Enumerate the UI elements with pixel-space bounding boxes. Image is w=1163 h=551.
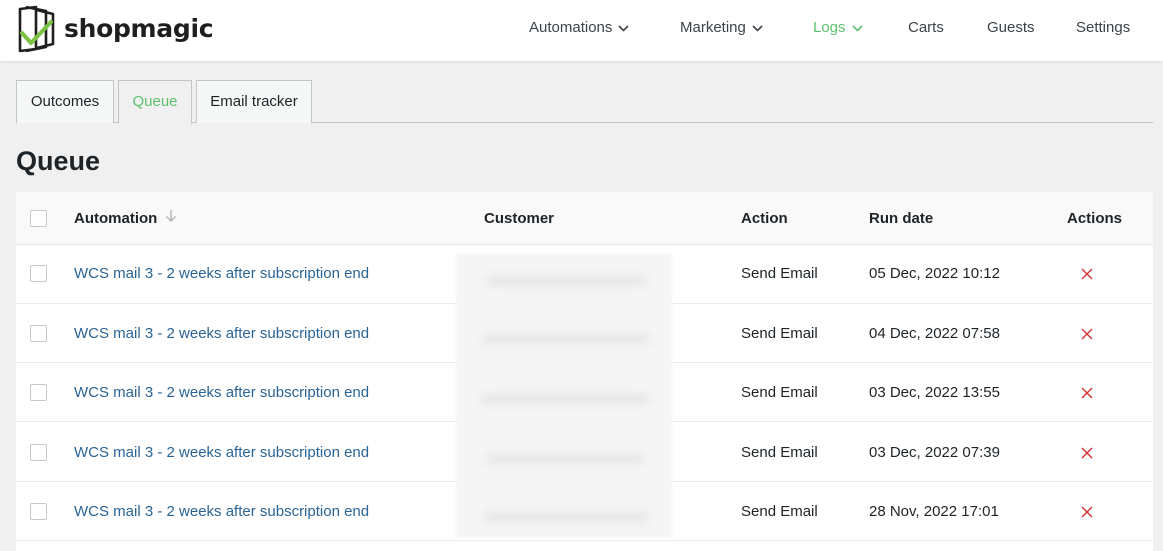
run-date-cell: 03 Dec, 2022 07:39	[869, 444, 1000, 461]
nav-item-logs[interactable]: Logs	[813, 18, 863, 40]
action-cell: Send Email	[741, 444, 818, 461]
chevron-down-icon	[752, 24, 763, 32]
automation-link[interactable]: WCS mail 3 - 2 weeks after subscription …	[74, 264, 369, 284]
automation-link[interactable]: WCS mail 3 - 2 weeks after subscription …	[74, 324, 369, 344]
brand-name: shopmagic	[64, 14, 214, 43]
row-checkbox[interactable]	[30, 384, 47, 401]
redacted-text	[486, 276, 646, 286]
nav-item-label: Logs	[813, 19, 846, 36]
automation-link[interactable]: WCS mail 3 - 2 weeks after subscription …	[74, 383, 369, 403]
chevron-down-icon	[618, 24, 629, 32]
close-icon[interactable]	[1081, 267, 1093, 280]
nav-item-label: Automations	[529, 19, 613, 36]
nav-item-settings[interactable]: Settings	[1076, 18, 1130, 40]
automation-link[interactable]: WCS mail 3 - 2 weeks after subscription …	[74, 502, 369, 522]
automation-link[interactable]: WCS mail 3 - 2 weeks after subscription …	[74, 443, 369, 463]
row-checkbox[interactable]	[30, 265, 47, 282]
chevron-down-icon	[851, 24, 863, 32]
close-icon[interactable]	[1081, 446, 1093, 459]
nav-item-automations[interactable]: Automations	[529, 18, 629, 40]
nav-item-label: Settings	[1076, 19, 1131, 36]
select-all-checkbox[interactable]	[30, 210, 47, 227]
column-run-date: Run date	[869, 210, 934, 227]
column-customer: Customer	[484, 210, 555, 227]
table-header: Automation Customer Action Run date Acti…	[16, 192, 1153, 245]
run-date-cell: 28 Nov, 2022 17:01	[869, 503, 999, 520]
row-checkbox[interactable]	[30, 325, 47, 342]
redacted-text	[480, 394, 650, 404]
row-checkbox[interactable]	[30, 503, 47, 520]
run-date-cell: 04 Dec, 2022 07:58	[869, 325, 1000, 342]
nav-item-marketing[interactable]: Marketing	[680, 18, 763, 40]
close-icon[interactable]	[1081, 327, 1093, 340]
redacted-text	[482, 334, 650, 344]
close-icon[interactable]	[1081, 386, 1093, 399]
column-label: Automation	[74, 210, 158, 227]
tab-email-tracker[interactable]: Email tracker	[196, 80, 312, 123]
nav-item-label: Marketing	[680, 19, 746, 36]
action-cell: Send Email	[741, 265, 818, 282]
run-date-cell: 05 Dec, 2022 10:12	[869, 265, 1000, 282]
tab-queue[interactable]: Queue	[118, 80, 192, 124]
nav-item-label: Carts	[908, 19, 944, 36]
nav-item-carts[interactable]: Carts	[908, 18, 944, 40]
shopmagic-logo-icon	[17, 5, 59, 58]
tab-outcomes[interactable]: Outcomes	[16, 80, 114, 123]
redacted-customer-area	[456, 254, 672, 537]
close-icon[interactable]	[1081, 505, 1093, 518]
redacted-text	[486, 454, 644, 464]
action-cell: Send Email	[741, 325, 818, 342]
nav-item-label: Guests	[987, 19, 1035, 36]
brand-logo[interactable]: shopmagic	[17, 5, 217, 53]
action-cell: Send Email	[741, 384, 818, 401]
redacted-text	[484, 512, 648, 522]
run-date-cell: 03 Dec, 2022 13:55	[869, 384, 1000, 401]
nav-item-guests[interactable]: Guests	[987, 18, 1035, 40]
column-action: Action	[741, 210, 788, 227]
action-cell: Send Email	[741, 503, 818, 520]
page-title: Queue	[16, 146, 101, 176]
column-actions: Actions	[1067, 210, 1123, 227]
top-bar: shopmagic Automations Marketing Logs Car…	[0, 0, 1163, 61]
arrow-down-icon[interactable]	[165, 209, 177, 229]
column-automation[interactable]: Automation	[74, 209, 177, 229]
row-checkbox[interactable]	[30, 444, 47, 461]
